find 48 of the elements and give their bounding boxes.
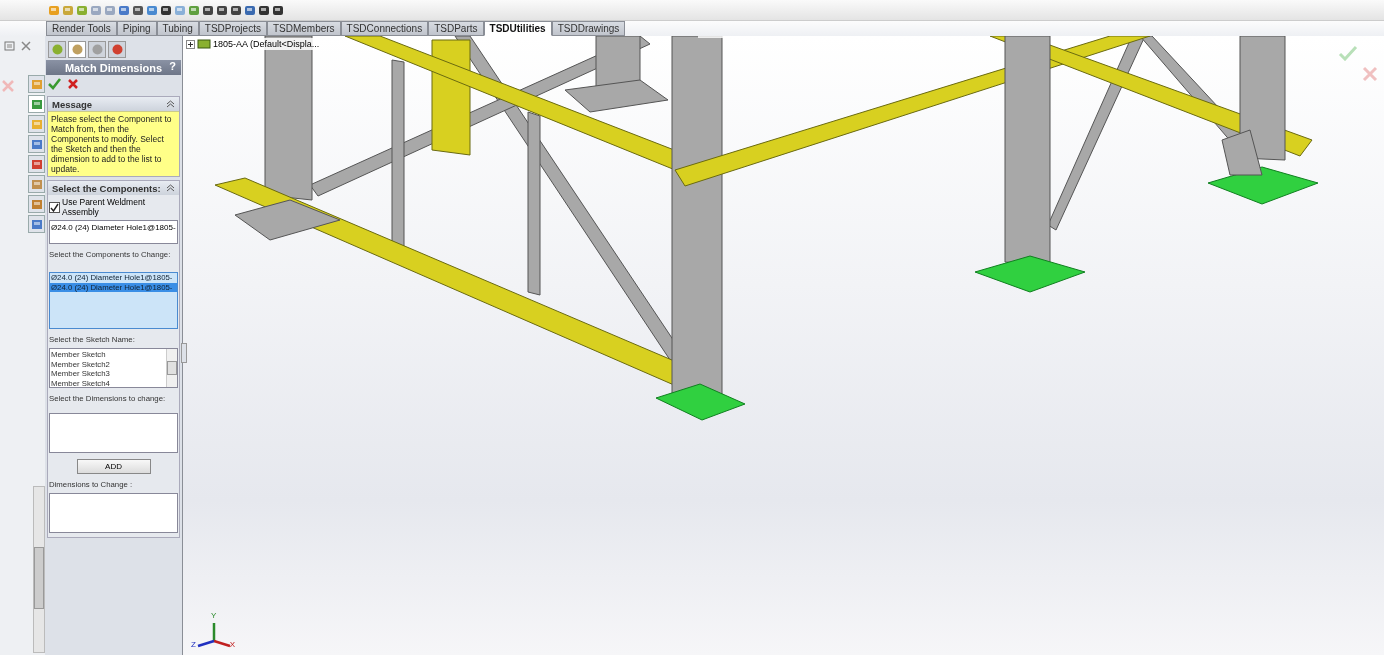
toolbar-tab[interactable]: Tubing xyxy=(156,21,199,36)
panel-tab[interactable] xyxy=(88,41,106,58)
tool-icon[interactable] xyxy=(272,3,285,17)
toolbar-tab[interactable]: TSDDrawings xyxy=(551,21,626,36)
dimensions-list[interactable] xyxy=(49,413,178,453)
toolbar-tab[interactable]: TSDMembers xyxy=(266,21,341,36)
axis-triad-drawing xyxy=(197,623,231,648)
toolbar-tab[interactable]: TSDParts xyxy=(428,21,484,36)
assembly-icon xyxy=(197,38,211,50)
tool-icon[interactable] xyxy=(258,3,271,17)
toolbar-tab[interactable]: TSDUtilities xyxy=(483,21,552,36)
panel-tab[interactable] xyxy=(68,41,86,58)
expand-icon[interactable] xyxy=(186,39,195,49)
ok-icon[interactable] xyxy=(48,78,61,90)
panel-grip[interactable] xyxy=(181,343,187,363)
tool-icon[interactable] xyxy=(244,3,257,17)
panel-tab[interactable] xyxy=(48,41,66,58)
scrollbar[interactable] xyxy=(166,349,177,387)
tool-icon[interactable] xyxy=(132,3,145,17)
panel-title: Match Dimensions xyxy=(64,61,163,74)
axis-label: X xyxy=(229,640,235,649)
add-button[interactable]: ADD xyxy=(76,459,151,474)
tool-icon[interactable] xyxy=(160,3,173,17)
collapse-icon[interactable] xyxy=(166,100,175,108)
cancel-icon[interactable] xyxy=(67,78,79,90)
restore-icon[interactable] xyxy=(4,41,15,51)
toolbar-tab[interactable]: TSDConnections xyxy=(340,21,429,36)
cancel-icon xyxy=(1,79,15,93)
checkbox[interactable] xyxy=(49,201,60,213)
close-icon[interactable] xyxy=(21,41,31,51)
panel-tab[interactable] xyxy=(108,41,126,58)
tool-icon[interactable] xyxy=(216,3,229,17)
axis-label: Y xyxy=(211,611,217,620)
message-text: Please select the Component to Match from, then the Components to modify. Select the Sketch and then the dimension to add to the list to update. xyxy=(48,111,179,176)
tool-icon[interactable] xyxy=(202,3,215,17)
collapse-icon[interactable] xyxy=(166,184,175,192)
dimensions-list[interactable] xyxy=(49,493,178,533)
scrollbar[interactable] xyxy=(33,486,45,653)
help-button[interactable]: ? xyxy=(169,60,176,72)
selection-field[interactable]: Ø24.0 (24) Diameter Hole1@1805- xyxy=(49,220,178,244)
toolbar-tab[interactable]: TSDProjects xyxy=(198,21,267,36)
toolbar-tab[interactable]: Render Tools xyxy=(46,21,117,36)
toolbar-tab[interactable]: Piping xyxy=(116,21,157,36)
section-heading: Message xyxy=(52,98,93,110)
checkbox-label: Use Parent Weldment Assembly xyxy=(62,197,146,217)
section-heading: Select the Components: xyxy=(52,182,161,194)
axis-label: Z xyxy=(191,640,196,649)
tool-icon[interactable] xyxy=(230,3,243,17)
